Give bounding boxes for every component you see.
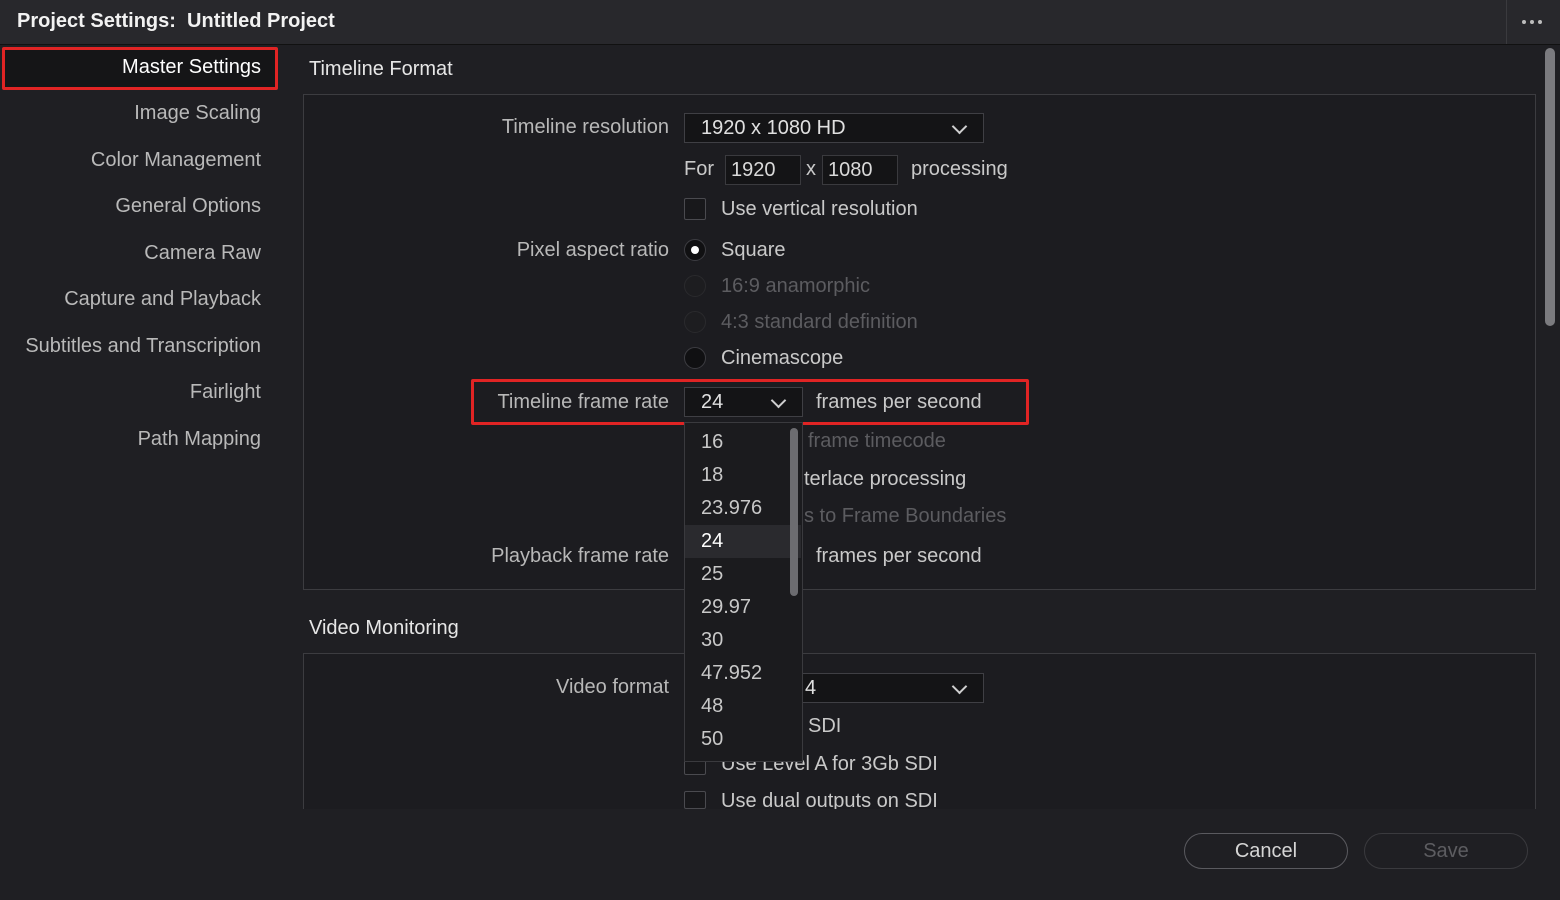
- sidebar-item-fairlight[interactable]: Fairlight: [190, 381, 261, 404]
- aspect-sd-label: 4:3 standard definition: [721, 311, 918, 334]
- frame-boundaries-label: s to Frame Boundaries: [804, 505, 1006, 528]
- playback-frame-rate-label: Playback frame rate: [491, 545, 669, 568]
- playback-fps-label: frames per second: [816, 545, 982, 568]
- resolution-height-input[interactable]: 1080: [822, 155, 898, 185]
- timeline-frame-rate-label: Timeline frame rate: [497, 391, 669, 414]
- aspect-cinemascope-radio[interactable]: [684, 347, 706, 369]
- aspect-square-radio[interactable]: [684, 239, 706, 261]
- sidebar-item-capture-playback[interactable]: Capture and Playback: [64, 288, 261, 311]
- more-horizontal-icon[interactable]: [1515, 10, 1549, 34]
- timeline-frame-rate-select[interactable]: 24: [684, 387, 803, 417]
- timeline-resolution-select[interactable]: 1920 x 1080 HD: [684, 113, 984, 143]
- video-format-label: Video format: [556, 676, 669, 699]
- dropdown-option-25[interactable]: 25: [685, 558, 801, 591]
- chevron-down-icon: [771, 393, 787, 409]
- sidebar-item-master-settings[interactable]: Master Settings: [122, 56, 261, 79]
- video-monitoring-title: Video Monitoring: [309, 617, 459, 640]
- aspect-anamorphic-radio: [684, 275, 706, 297]
- title-separator: [1506, 0, 1507, 44]
- timeline-frame-rate-value: 24: [701, 391, 723, 413]
- sidebar-item-subtitles-transcription[interactable]: Subtitles and Transcription: [25, 335, 261, 358]
- fps-label: frames per second: [816, 391, 982, 414]
- aspect-anamorphic-label: 16:9 anamorphic: [721, 275, 870, 298]
- pixel-aspect-label: Pixel aspect ratio: [517, 239, 669, 262]
- dropdown-option-16[interactable]: 16: [685, 426, 801, 459]
- aspect-cinemascope-label: Cinemascope: [721, 347, 843, 370]
- dropdown-option-24[interactable]: 24: [685, 525, 801, 558]
- dropdown-option-30[interactable]: 30: [685, 624, 801, 657]
- dropdown-option-48[interactable]: 48: [685, 690, 801, 723]
- save-button[interactable]: Save: [1364, 833, 1528, 869]
- dropdown-option-50[interactable]: 50: [685, 723, 801, 756]
- sidebar-item-color-management[interactable]: Color Management: [91, 149, 261, 172]
- dual-outputs-checkbox[interactable]: [684, 791, 706, 809]
- timeline-resolution-value: 1920 x 1080 HD: [701, 117, 846, 139]
- timeline-resolution-label: Timeline resolution: [502, 116, 669, 139]
- for-label: For: [684, 158, 714, 181]
- sidebar-item-path-mapping[interactable]: Path Mapping: [138, 428, 261, 451]
- aspect-sd-radio: [684, 311, 706, 333]
- dropdown-option-23976[interactable]: 23.976: [685, 492, 801, 525]
- x-label: x: [806, 158, 816, 181]
- dropdown-option-18[interactable]: 18: [685, 459, 801, 492]
- sidebar-item-image-scaling[interactable]: Image Scaling: [134, 102, 261, 125]
- cancel-button[interactable]: Cancel: [1184, 833, 1348, 869]
- vertical-resolution-label: Use vertical resolution: [721, 198, 918, 221]
- chevron-down-icon: [952, 679, 968, 695]
- sdi-label: SDI: [808, 715, 841, 738]
- aspect-square-label: Square: [721, 239, 786, 262]
- sidebar-item-general-options[interactable]: General Options: [115, 195, 261, 218]
- drop-frame-timecode-label: frame timecode: [808, 430, 946, 453]
- processing-label: processing: [911, 158, 1008, 181]
- timeline-format-title: Timeline Format: [309, 58, 453, 81]
- sidebar-item-camera-raw[interactable]: Camera Raw: [144, 242, 261, 265]
- vertical-resolution-checkbox[interactable]: [684, 198, 706, 220]
- interlace-processing-label: terlace processing: [804, 468, 966, 491]
- chevron-down-icon: [952, 119, 968, 135]
- video-format-value: 4: [805, 674, 816, 702]
- dual-outputs-label: Use dual outputs on SDI: [721, 790, 938, 810]
- settings-scrollbar[interactable]: [1545, 48, 1555, 326]
- dropdown-option-2997[interactable]: 29.97: [685, 591, 801, 624]
- dropdown-scrollbar[interactable]: [790, 428, 798, 596]
- frame-rate-dropdown-list: 16 18 23.976 24 25 29.97 30 47.952 48 50: [684, 422, 803, 762]
- dropdown-option-47952[interactable]: 47.952: [685, 657, 801, 690]
- resolution-width-input[interactable]: 1920: [725, 155, 801, 185]
